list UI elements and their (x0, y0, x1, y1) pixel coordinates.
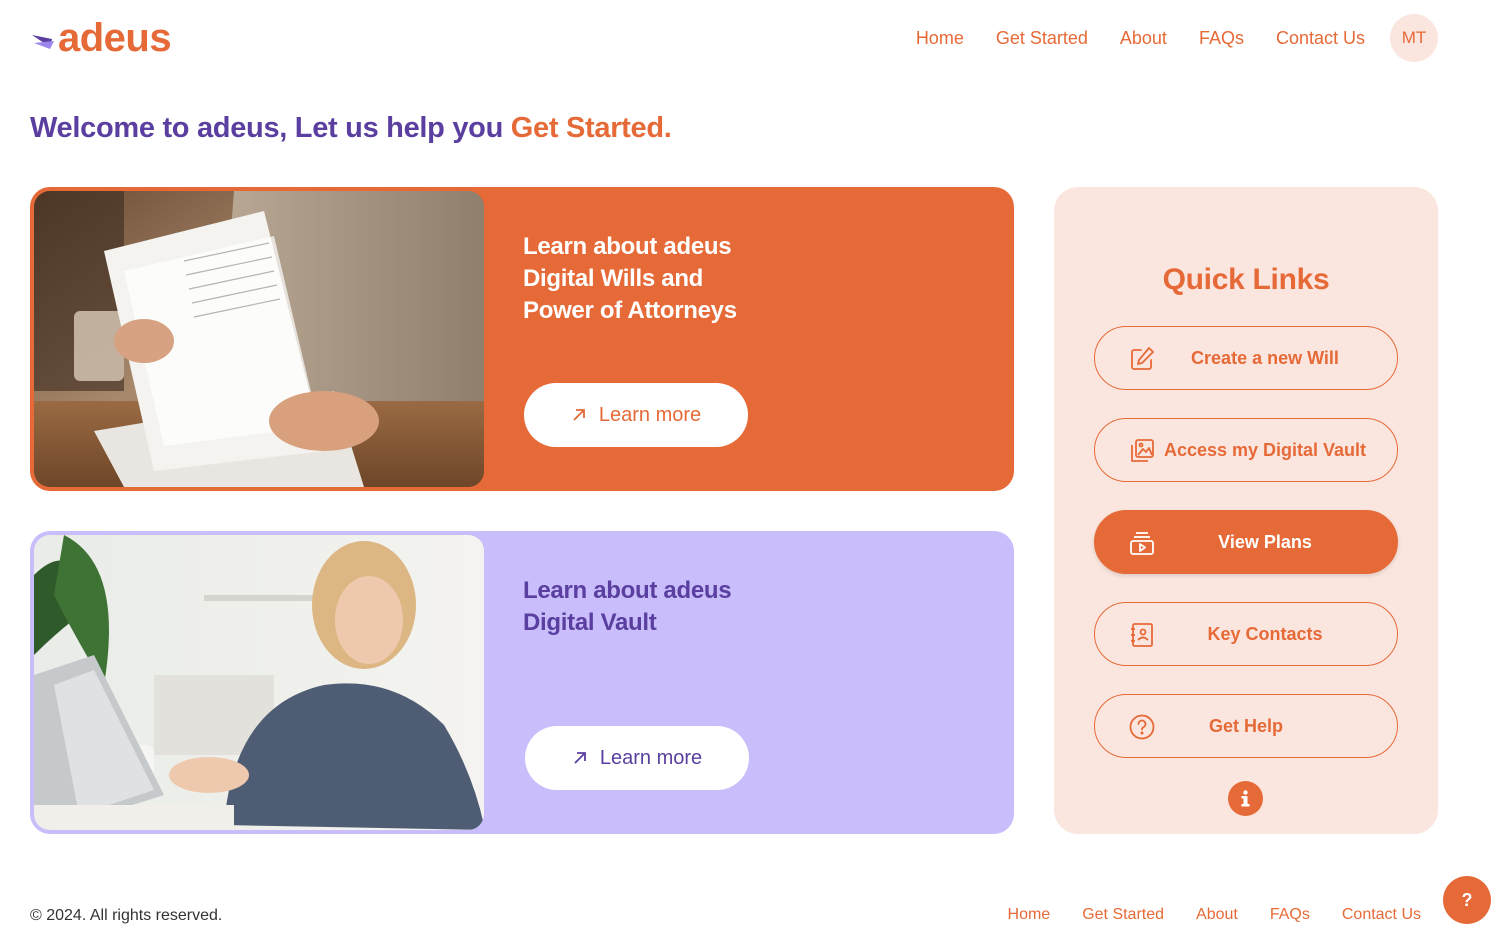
get-help-button[interactable]: Get Help (1094, 694, 1398, 758)
create-will-button[interactable]: Create a new Will (1094, 326, 1398, 390)
logo-wing-icon (30, 31, 56, 53)
contacts-icon (1127, 620, 1157, 650)
key-contacts-label: Key Contacts (1207, 623, 1323, 644)
view-plans-button[interactable]: View Plans (1094, 510, 1398, 574)
help-fab-button[interactable]: ? (1443, 876, 1491, 924)
woman-using-laptop-photo (34, 535, 484, 830)
footer-about[interactable]: About (1196, 906, 1238, 924)
wills-card-title-line: Learn about adeus (523, 233, 732, 260)
wills-learn-more-button[interactable]: Learn more (524, 383, 748, 447)
digital-vault-button[interactable]: Access my Digital Vault (1094, 418, 1398, 482)
key-contacts-button[interactable]: Key Contacts (1094, 602, 1398, 666)
create-will-label: Create a new Will (1191, 347, 1339, 368)
vault-card: Learn about adeus Digital Vault Learn mo… (30, 531, 1014, 834)
wills-learn-more-label: Learn more (598, 403, 702, 426)
wills-card-title-line: Digital Wills and (523, 265, 704, 292)
top-nav: Home Get Started About FAQs Contact Us M… (884, 14, 1438, 62)
person-reading-document-photo (34, 191, 484, 487)
nav-about[interactable]: About (1120, 28, 1167, 49)
wills-card-title: Learn about adeus Digital Wills and Powe… (523, 231, 783, 327)
vault-learn-more-label: Learn more (599, 746, 703, 769)
welcome-text: Welcome to adeus, Let us help you (30, 112, 503, 144)
footer-home[interactable]: Home (1008, 906, 1051, 924)
avatar[interactable]: MT (1390, 14, 1438, 62)
brand-name: adeus (58, 16, 172, 60)
get-help-label: Get Help (1208, 715, 1283, 736)
welcome-highlight: Get Started. (510, 112, 672, 144)
arrow-up-right-icon (571, 407, 587, 423)
vault-card-title: Learn about adeus Digital Vault (523, 575, 783, 639)
info-icon[interactable] (1228, 781, 1263, 816)
page-title: Welcome to adeus, Let us help you Get St… (30, 112, 672, 145)
footer-contact-us[interactable]: Contact Us (1342, 906, 1421, 924)
footer-faqs[interactable]: FAQs (1270, 906, 1310, 924)
wills-card-title-line: Power of Attorneys (523, 297, 737, 324)
vault-card-title-line: Digital Vault (523, 609, 657, 636)
nav-faqs[interactable]: FAQs (1199, 28, 1244, 49)
edit-icon (1127, 344, 1157, 374)
arrow-up-right-icon (572, 750, 588, 766)
quick-links-title: Quick Links (1162, 263, 1330, 296)
quick-links-panel: Quick Links Create a new Will Access my … (1054, 187, 1438, 834)
nav-get-started[interactable]: Get Started (996, 28, 1088, 49)
brand-logo[interactable]: adeus (30, 16, 172, 60)
plans-icon (1127, 528, 1157, 558)
nav-home[interactable]: Home (916, 28, 964, 49)
footer-nav: Home Get Started About FAQs Contact Us (976, 906, 1421, 924)
nav-contact-us[interactable]: Contact Us (1276, 28, 1365, 49)
wills-card: Learn about adeus Digital Wills and Powe… (30, 187, 1014, 491)
gallery-icon (1127, 436, 1157, 466)
vault-learn-more-button[interactable]: Learn more (525, 726, 749, 790)
digital-vault-label: Access my Digital Vault (1163, 439, 1367, 460)
view-plans-label: View Plans (1218, 531, 1312, 552)
vault-card-title-line: Learn about adeus (523, 577, 732, 604)
copyright-text: © 2024. All rights reserved. (30, 907, 223, 924)
footer-get-started[interactable]: Get Started (1082, 906, 1164, 924)
help-circle-icon (1127, 712, 1157, 742)
